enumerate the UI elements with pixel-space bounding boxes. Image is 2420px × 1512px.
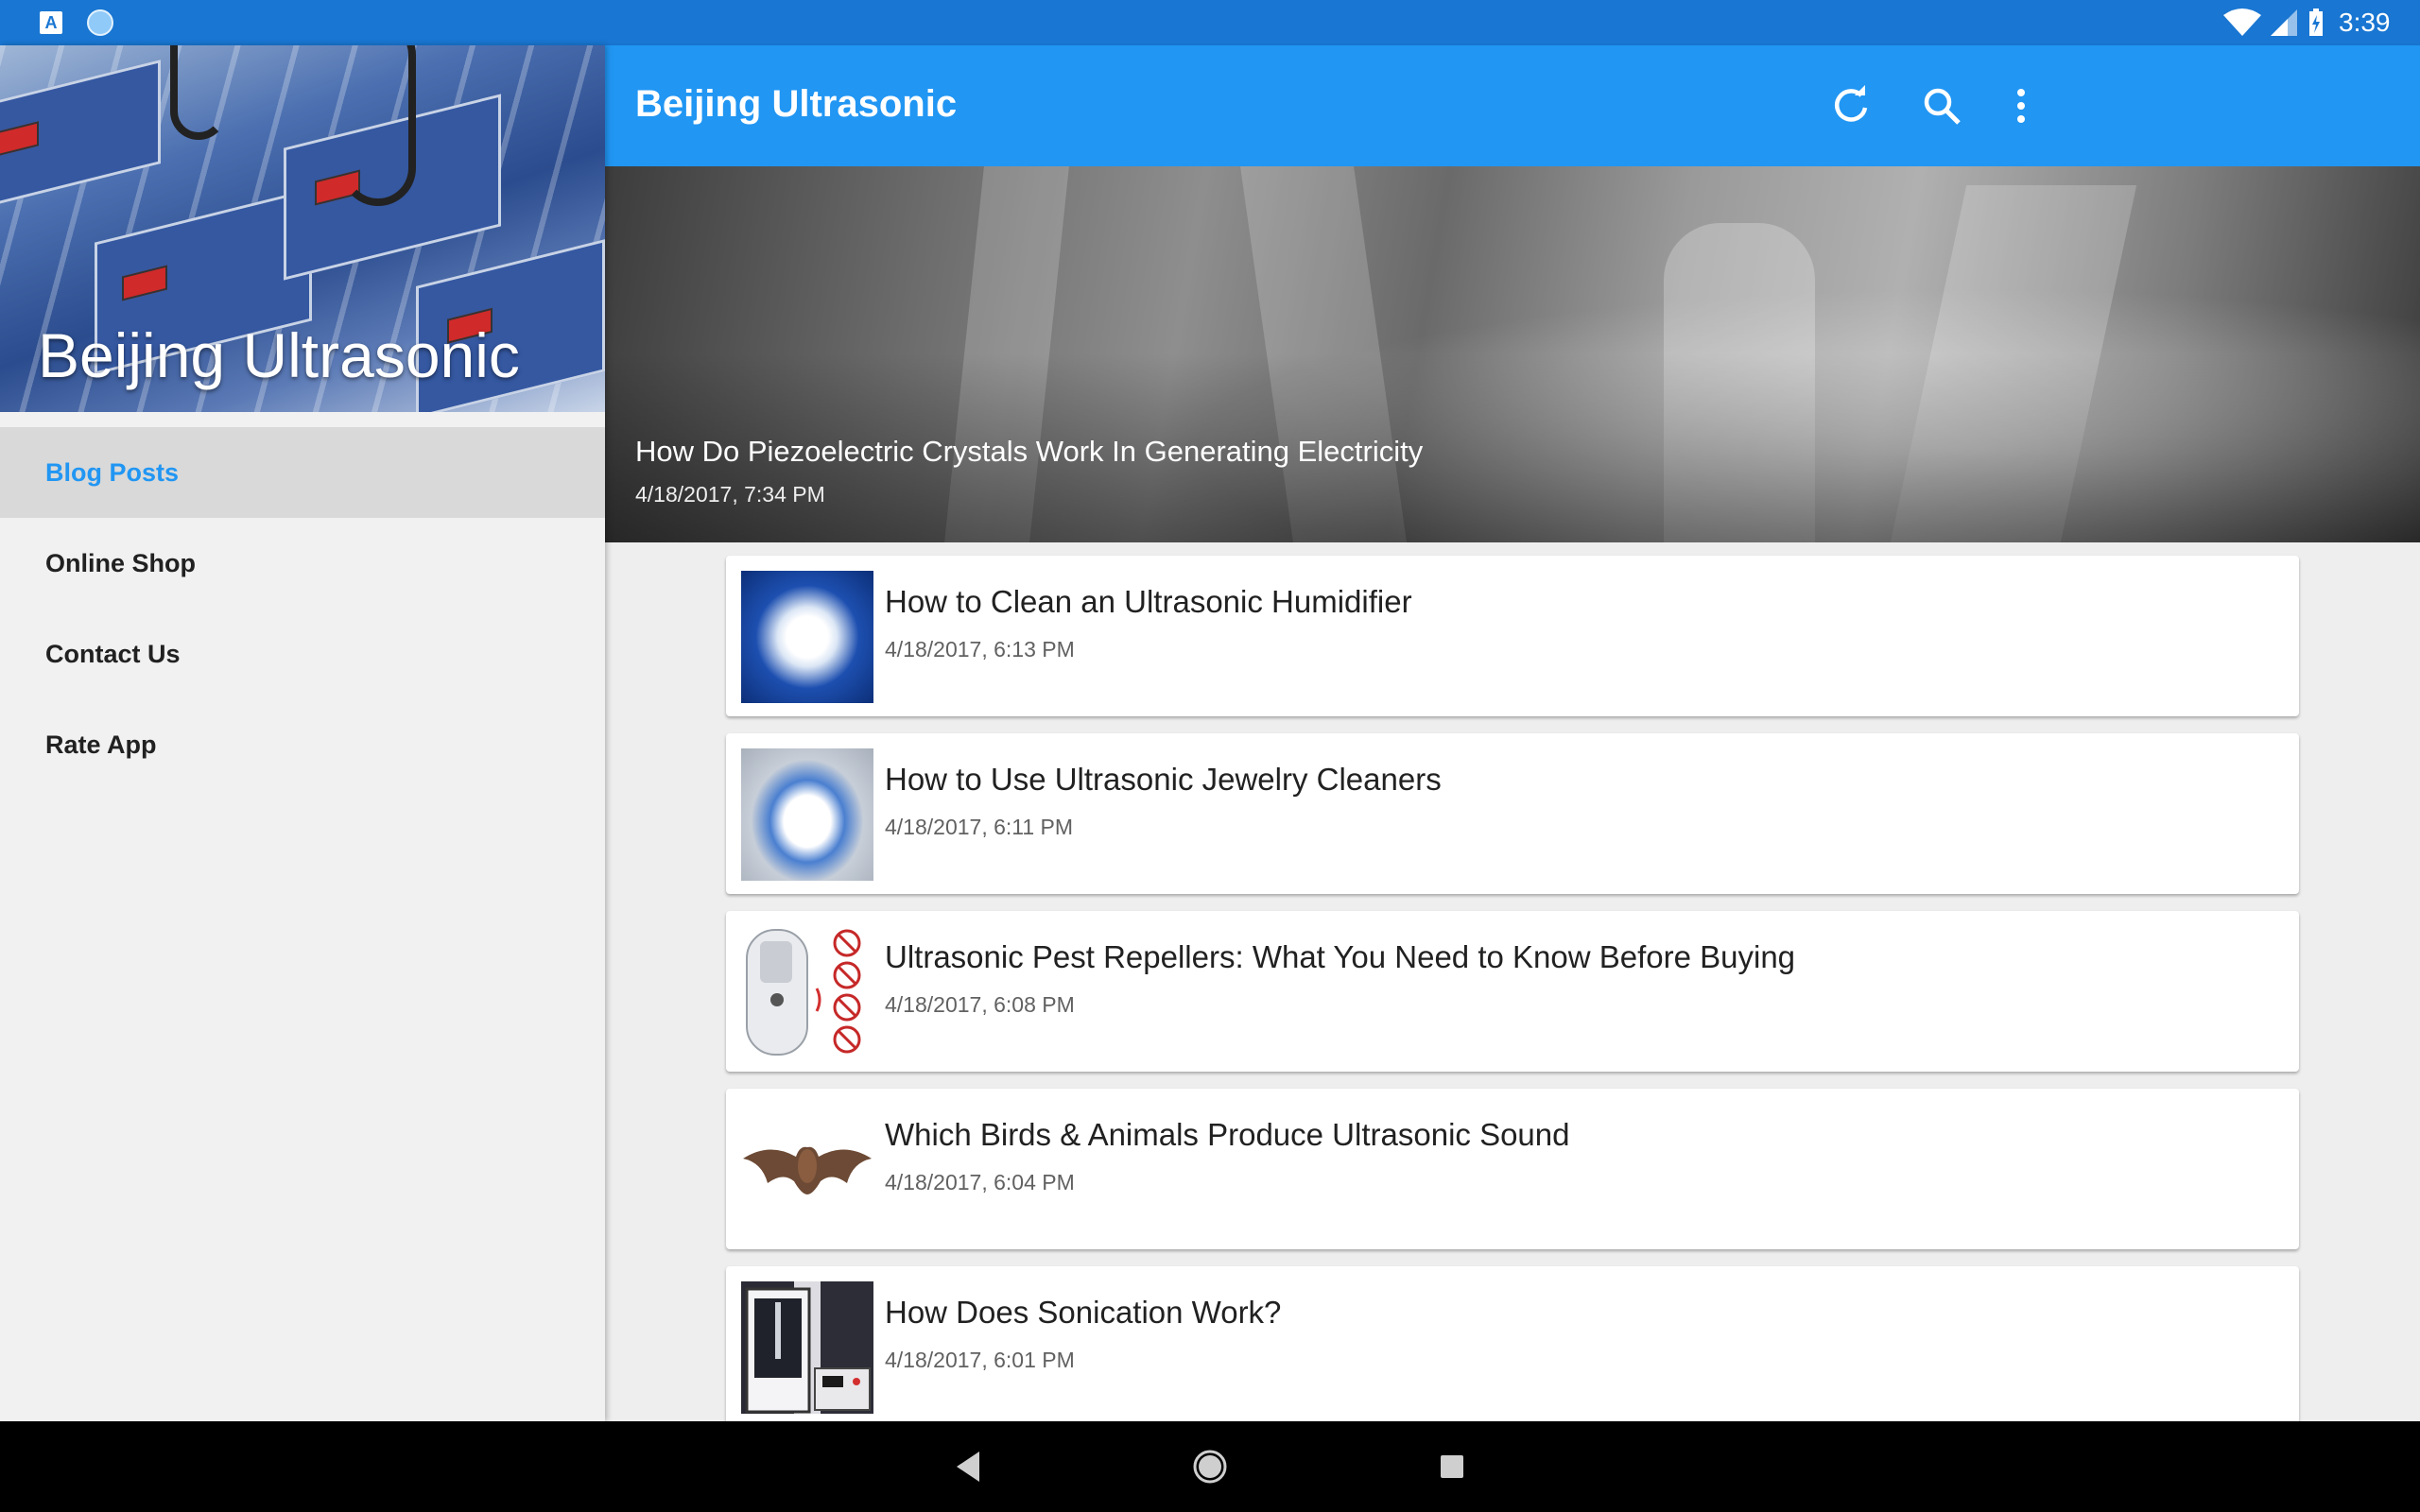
post-card[interactable]: How to Clean an Ultrasonic Humidifier 4/…: [726, 556, 2299, 716]
status-time: 3:39: [2339, 8, 2391, 37]
post-thumbnail-bat: [741, 1104, 873, 1236]
cable-shape: [170, 45, 227, 140]
drawer-menu: Blog Posts Online Shop Contact Us Rate A…: [0, 427, 605, 790]
refresh-icon[interactable]: [1828, 83, 1874, 129]
status-bar: A 3:39: [0, 0, 2420, 45]
battery-charging-icon: [2309, 9, 2323, 36]
post-title: How to Clean an Ultrasonic Humidifier: [885, 584, 1412, 619]
post-date: 4/18/2017, 6:01 PM: [885, 1348, 1075, 1372]
post-list: How to Clean an Ultrasonic Humidifier 4/…: [726, 556, 2299, 1444]
wifi-icon: [2223, 9, 2261, 36]
featured-post-date: 4/18/2017, 7:34 PM: [635, 482, 825, 507]
drawer-item-blog-posts[interactable]: Blog Posts: [0, 427, 605, 518]
device-shape: [0, 60, 161, 211]
post-title: Which Birds & Animals Produce Ultrasonic…: [885, 1117, 1570, 1152]
navigation-drawer: Beijing Ultrasonic Blog Posts Online Sho…: [0, 45, 605, 1421]
post-thumbnail-pest-repeller: [741, 926, 873, 1058]
post-date: 4/18/2017, 6:08 PM: [885, 992, 1075, 1017]
system-navigation-bar: [0, 1421, 2420, 1512]
search-icon[interactable]: [1919, 83, 1964, 129]
post-title: How Does Sonication Work?: [885, 1295, 1282, 1330]
post-title: How to Use Ultrasonic Jewelry Cleaners: [885, 762, 1442, 797]
app-title: Beijing Ultrasonic: [635, 83, 958, 125]
drawer-title: Beijing Ultrasonic: [38, 320, 520, 390]
drawer-item-rate-app[interactable]: Rate App: [0, 699, 605, 790]
home-icon[interactable]: [1191, 1446, 1229, 1487]
featured-post-title: How Do Piezoelectric Crystals Work In Ge…: [635, 435, 1424, 468]
drawer-item-online-shop[interactable]: Online Shop: [0, 518, 605, 609]
post-thumbnail-sonicator: [741, 1281, 873, 1414]
post-card[interactable]: Which Birds & Animals Produce Ultrasonic…: [726, 1089, 2299, 1249]
post-date: 4/18/2017, 6:04 PM: [885, 1170, 1075, 1194]
more-vert-icon[interactable]: [1998, 83, 2044, 129]
cellular-signal-icon: [2271, 9, 2297, 36]
drawer-header-image: Beijing Ultrasonic: [0, 45, 605, 412]
featured-post[interactable]: How Do Piezoelectric Crystals Work In Ge…: [605, 166, 2420, 542]
post-date: 4/18/2017, 6:11 PM: [885, 815, 1074, 839]
post-thumbnail-humidifier: [741, 571, 873, 703]
notification-circle-icon: [87, 9, 113, 36]
post-card[interactable]: How Does Sonication Work? 4/18/2017, 6:0…: [726, 1266, 2299, 1427]
post-card[interactable]: Ultrasonic Pest Repellers: What You Need…: [726, 911, 2299, 1072]
back-icon[interactable]: [951, 1446, 985, 1487]
notification-app-icon: A: [40, 11, 62, 34]
overview-icon[interactable]: [1437, 1446, 1467, 1487]
post-title: Ultrasonic Pest Repellers: What You Need…: [885, 939, 1796, 974]
drawer-item-contact-us[interactable]: Contact Us: [0, 609, 605, 699]
cable-shape: [340, 45, 416, 206]
post-card[interactable]: How to Use Ultrasonic Jewelry Cleaners 4…: [726, 733, 2299, 894]
app-bar: Beijing Ultrasonic: [605, 45, 2420, 166]
post-thumbnail-jewelry-cleaner: [741, 748, 873, 881]
post-date: 4/18/2017, 6:13 PM: [885, 637, 1075, 662]
